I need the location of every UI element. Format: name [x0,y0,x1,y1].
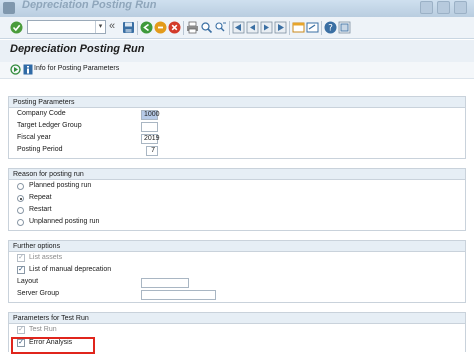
repeat-row: Repeat [9,193,465,205]
group-title: Further options [9,241,465,252]
layout-row: Layout [9,277,465,289]
list-assets-checkbox: ✓ [17,254,25,262]
list-assets-row: ✓ List assets [9,253,465,265]
standard-toolbar: ▾ « ? [0,17,474,39]
group-title: Reason for posting run [9,169,465,180]
page-title: Depreciation Posting Run [10,43,145,55]
planned-posting-run-label: Planned posting run [29,182,92,189]
company-code-field[interactable]: 1000 [141,110,160,120]
further-options-group: Further options ✓ List assets ✓ List of … [8,240,466,303]
list-manual-depreciation-checkbox[interactable]: ✓ [17,266,25,274]
fiscal-year-label: Fiscal year [17,134,51,141]
back-history-icon[interactable]: « [109,21,122,34]
window-titlebar: Depreciation Posting Run [0,0,474,17]
enter-checkmark-icon[interactable] [10,21,23,34]
execute-icon[interactable] [10,64,21,75]
save-icon[interactable] [122,21,135,34]
fiscal-year-field[interactable]: 2019 [141,134,160,144]
cancel-icon[interactable] [168,21,181,34]
reason-group: Reason for posting run Planned posting r… [8,168,466,231]
unplanned-posting-run-radio[interactable] [17,219,24,226]
exit-icon[interactable] [154,21,167,34]
unplanned-posting-run-label: Unplanned posting run [29,218,100,225]
list-assets-label: List assets [29,254,63,261]
unplanned-posting-run-row: Unplanned posting run [9,217,465,229]
screen-header: Depreciation Posting Run [0,40,474,62]
layout-label: Layout [17,278,39,285]
test-run-row: ✓ Test Run [9,325,465,337]
restart-radio[interactable] [17,207,24,214]
info-icon[interactable] [23,64,33,75]
previous-page-icon[interactable] [246,21,259,34]
toolbar-separator [137,21,138,35]
restart-label: Restart [29,206,52,213]
company-code-label: Company Code [17,110,66,117]
planned-posting-run-row: Planned posting run [9,181,465,193]
close-icon[interactable] [454,1,467,14]
server-group-row: Server Group [9,289,465,301]
fiscal-year-row: Fiscal year 2019 [9,133,465,145]
test-run-label: Test Run [29,326,57,333]
shortcut-icon[interactable] [306,21,319,34]
minimize-icon[interactable] [420,1,433,14]
command-field[interactable]: ▾ [27,20,106,34]
help-icon[interactable]: ? [324,21,337,34]
toolbar-separator [229,21,230,35]
restart-row: Restart [9,205,465,217]
customize-layout-icon[interactable] [338,21,351,34]
back-icon[interactable] [140,21,153,34]
target-ledger-group-label: Target Ledger Group [17,122,82,129]
layout-field[interactable] [141,278,189,288]
first-page-icon[interactable] [232,21,245,34]
company-code-row: Company Code 1000 [9,109,465,121]
list-manual-depreciation-row: ✓ List of manual deprecation [9,265,465,277]
group-title: Posting Parameters [9,97,465,108]
planned-posting-run-radio[interactable] [17,183,24,190]
posting-period-label: Posting Period [17,146,63,153]
find-icon[interactable] [200,21,213,34]
target-ledger-group-field[interactable] [141,122,158,132]
toolbar-separator [183,21,184,35]
highlight-box [11,337,95,354]
toolbar-separator [289,21,290,35]
server-group-field[interactable] [141,290,216,300]
toolbar-separator [321,21,322,35]
command-dropdown-icon[interactable]: ▾ [95,21,105,33]
new-session-icon[interactable] [292,21,305,34]
test-run-checkbox: ✓ [17,326,25,334]
sap-logo-icon [3,2,15,14]
window-title: Depreciation Posting Run [22,0,157,11]
repeat-radio[interactable] [17,195,24,202]
info-for-posting-parameters-button[interactable]: Info for Posting Parameters [34,65,119,72]
print-icon[interactable] [186,21,199,34]
group-title: Parameters for Test Run [9,313,465,324]
posting-period-row: Posting Period 7 [9,145,465,157]
list-manual-depreciation-label: List of manual deprecation [29,266,112,273]
application-toolbar: Info for Posting Parameters [0,62,474,79]
last-page-icon[interactable] [274,21,287,34]
target-ledger-group-row: Target Ledger Group [9,121,465,133]
maximize-icon[interactable] [437,1,450,14]
server-group-label: Server Group [17,290,60,297]
posting-parameters-group: Posting Parameters Company Code 1000 Tar… [8,96,466,159]
find-next-icon[interactable] [214,21,227,34]
next-page-icon[interactable] [260,21,273,34]
repeat-label: Repeat [29,194,52,201]
posting-period-field[interactable]: 7 [146,146,158,156]
svg-text:?: ? [328,24,333,34]
